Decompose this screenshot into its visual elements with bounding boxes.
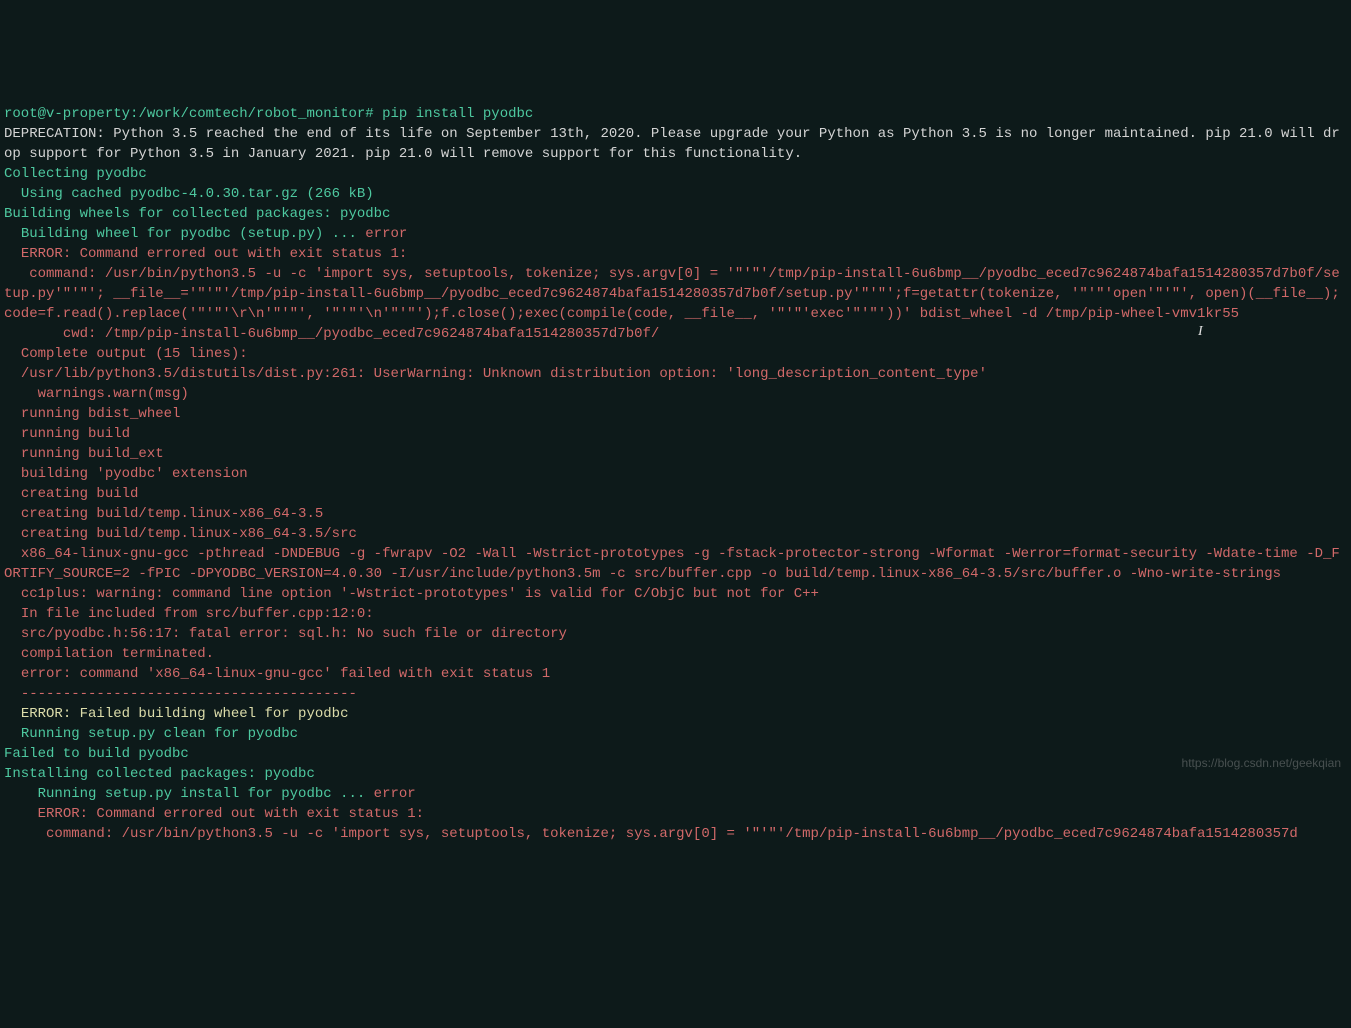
terminal-output[interactable]: root@v-property:/work/comtech/robot_moni… — [4, 84, 1347, 844]
error-header2-line: ERROR: Command errored out with exit sta… — [4, 806, 424, 822]
command-line2: command: /usr/bin/python3.5 -u -c 'impor… — [4, 826, 1298, 842]
building-wheels-line: Building wheels for collected packages: … — [4, 206, 390, 222]
shell-prompt: root@v-property:/work/comtech/robot_moni… — [4, 106, 382, 122]
deprecation-line: DEPRECATION: Python 3.5 reached the end … — [4, 126, 1340, 162]
running-build-line: running build — [4, 426, 130, 442]
error-header-line: ERROR: Command errored out with exit sta… — [4, 246, 407, 262]
creating-build-line: creating build — [4, 486, 138, 502]
installing-line: Installing collected packages: pyodbc — [4, 766, 315, 782]
error-failed-line: ERROR: Failed building wheel for pyodbc — [4, 706, 348, 722]
cc1plus-line: cc1plus: warning: command line option '-… — [4, 586, 819, 602]
cached-line: Using cached pyodbc-4.0.30.tar.gz (266 k… — [4, 186, 374, 202]
running-install-line: Running setup.py install for pyodbc ... — [4, 786, 374, 802]
warning-line: /usr/lib/python3.5/distutils/dist.py:261… — [4, 366, 987, 382]
building-wheel-line: Building wheel for pyodbc (setup.py) ... — [4, 226, 365, 242]
running-bdist-line: running bdist_wheel — [4, 406, 180, 422]
fatal-error-line: src/pyodbc.h:56:17: fatal error: sql.h: … — [4, 626, 567, 642]
separator-line: ---------------------------------------- — [4, 686, 357, 702]
complete-output-line: Complete output (15 lines): — [4, 346, 248, 362]
gcc-line: x86_64-linux-gnu-gcc -pthread -DNDEBUG -… — [4, 546, 1340, 582]
error-gcc-line: error: command 'x86_64-linux-gnu-gcc' fa… — [4, 666, 550, 682]
in-file-line: In file included from src/buffer.cpp:12:… — [4, 606, 374, 622]
creating-temp-line: creating build/temp.linux-x86_64-3.5 — [4, 506, 323, 522]
running-clean-line: Running setup.py clean for pyodbc — [4, 726, 298, 742]
collecting-line: Collecting pyodbc — [4, 166, 147, 182]
running-build-ext-line: running build_ext — [4, 446, 164, 462]
creating-src-line: creating build/temp.linux-x86_64-3.5/src — [4, 526, 357, 542]
failed-build-line: Failed to build pyodbc — [4, 746, 189, 762]
warnings-warn-line: warnings.warn(msg) — [4, 386, 189, 402]
building-ext-line: building 'pyodbc' extension — [4, 466, 248, 482]
cwd-line: cwd: /tmp/pip-install-6u6bmp__/pyodbc_ec… — [4, 326, 659, 342]
command-line: command: /usr/bin/python3.5 -u -c 'impor… — [4, 266, 1340, 322]
command-text: pip install pyodbc — [382, 106, 533, 122]
compilation-term-line: compilation terminated. — [4, 646, 214, 662]
